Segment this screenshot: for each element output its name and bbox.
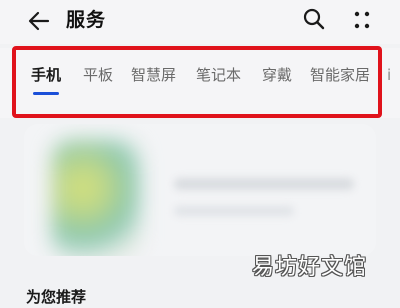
- promo-text-blurred: [174, 178, 354, 190]
- top-bar: [0, 0, 400, 44]
- watermark-text: 易坊好文馆: [252, 255, 368, 280]
- tab-smart-home[interactable]: 智能家居: [310, 64, 370, 86]
- tab-smart-screen[interactable]: 智慧屏: [131, 64, 176, 86]
- promo-image: [52, 140, 140, 256]
- page-title: 服务: [66, 9, 107, 31]
- section-title-recommended: 为您推荐: [26, 288, 87, 306]
- search-icon[interactable]: [302, 7, 326, 31]
- active-tab-indicator: [33, 92, 59, 95]
- tab-phone[interactable]: 手机: [31, 64, 61, 86]
- tab-tablet[interactable]: 平板: [83, 64, 113, 86]
- tab-laptop[interactable]: 笔记本: [196, 64, 241, 86]
- back-arrow-icon[interactable]: [26, 8, 52, 34]
- tab-overflow-partial[interactable]: i: [387, 64, 400, 86]
- promo-card[interactable]: [24, 124, 376, 256]
- more-dots-icon[interactable]: [350, 8, 374, 32]
- promo-subtext-blurred: [174, 206, 294, 216]
- tab-wearables[interactable]: 穿戴: [262, 64, 292, 86]
